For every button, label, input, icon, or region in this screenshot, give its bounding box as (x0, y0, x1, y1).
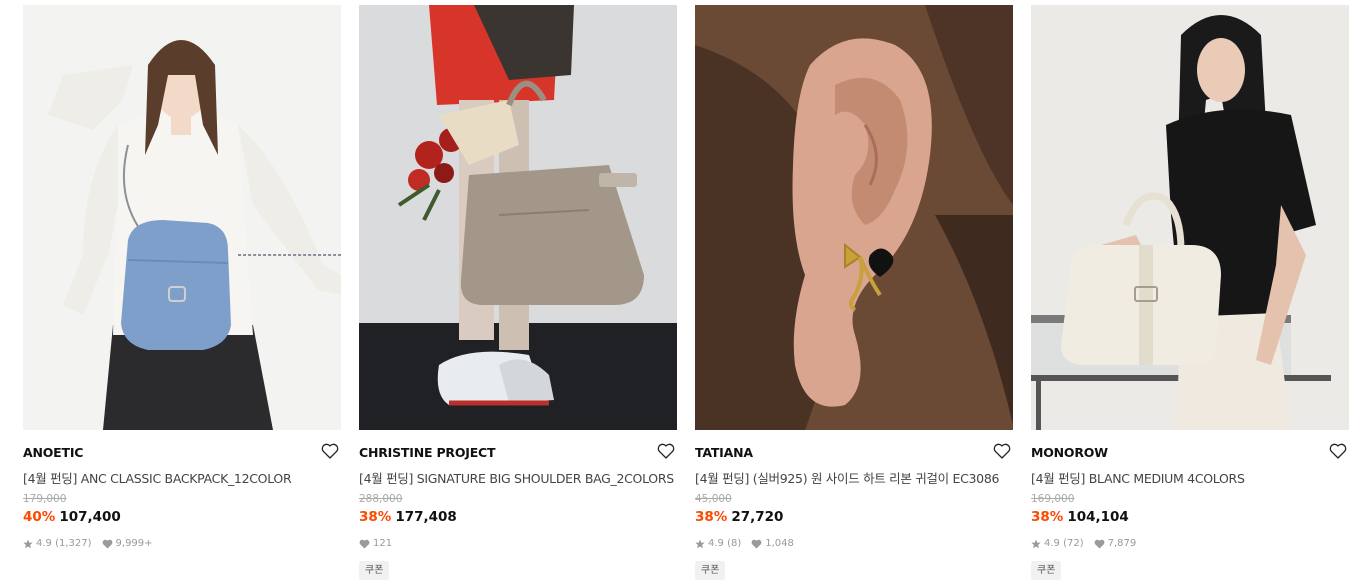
coupon-badge: 쿠폰 (359, 561, 390, 580)
product-title[interactable]: [4월 펀딩] SIGNATURE BIG SHOULDER BAG_2COLO… (359, 468, 677, 487)
product-brand[interactable]: CHRISTINE PROJECT (359, 445, 496, 460)
likes: 1,048 (751, 538, 794, 549)
price-row: 38% 27,720 (695, 509, 783, 525)
likes-count: 121 (373, 538, 393, 549)
product-image[interactable] (1031, 5, 1349, 430)
sale-price: 27,720 (731, 509, 784, 525)
product-brand[interactable]: MONOROW (1031, 445, 1108, 460)
product-photo-handbag (1031, 5, 1349, 430)
heart-filled-icon (102, 539, 112, 548)
product-title[interactable]: [4월 펀딩] BLANC MEDIUM 4COLORS (1031, 468, 1349, 487)
product-title[interactable]: [4월 펀딩] (실버925) 원 사이드 하트 리본 귀걸이 EC3086 (695, 468, 1013, 487)
product-title[interactable]: [4월 펀딩] ANC CLASSIC BACKPACK_12COLOR (23, 468, 341, 487)
original-price: 179,000 (23, 493, 67, 505)
product-card[interactable]: CHRISTINE PROJECT [4월 펀딩] SIGNATURE BIG … (359, 5, 677, 581)
product-photo-earring (695, 5, 1013, 430)
price-row: 38% 177,408 (359, 509, 457, 525)
rating: 4.9 (1,327) (23, 538, 92, 549)
review-count: (8) (727, 538, 742, 549)
product-card[interactable]: ANOETIC [4월 펀딩] ANC CLASSIC BACKPACK_12C… (23, 5, 341, 581)
product-meta: 121 (359, 538, 402, 549)
discount-rate: 38% (359, 509, 392, 525)
product-brand[interactable]: TATIANA (695, 445, 753, 460)
sale-price: 107,400 (59, 509, 121, 525)
star-icon (1031, 539, 1041, 548)
rating-value: 4.9 (708, 538, 724, 549)
price-row: 38% 104,104 (1031, 509, 1129, 525)
product-image[interactable] (695, 5, 1013, 430)
likes-count: 1,048 (765, 538, 794, 549)
rating-value: 4.9 (1044, 538, 1060, 549)
star-icon (695, 539, 705, 548)
product-photo-backpack (23, 5, 341, 430)
product-meta: 4.9 (72) 7,879 (1031, 538, 1146, 549)
discount-rate: 38% (695, 509, 728, 525)
sale-price: 104,104 (1067, 509, 1129, 525)
discount-rate: 38% (1031, 509, 1064, 525)
likes: 9,999+ (102, 538, 153, 549)
original-price: 169,000 (1031, 493, 1075, 505)
original-price: 288,000 (359, 493, 403, 505)
heart-filled-icon (359, 539, 370, 548)
coupon-badge: 쿠폰 (1031, 561, 1062, 580)
product-meta: 4.9 (1,327) 9,999+ (23, 538, 163, 549)
product-card[interactable]: MONOROW [4월 펀딩] BLANC MEDIUM 4COLORS 169… (1031, 5, 1349, 581)
likes-count: 9,999+ (115, 538, 153, 549)
product-meta: 4.9 (8) 1,048 (695, 538, 804, 549)
rating: 4.9 (8) (695, 538, 741, 549)
wishlist-heart-icon[interactable] (993, 443, 1011, 459)
sale-price: 177,408 (395, 509, 457, 525)
wishlist-heart-icon[interactable] (321, 443, 339, 459)
original-price: 45,000 (695, 493, 732, 505)
product-image[interactable] (23, 5, 341, 430)
rating-value: 4.9 (36, 538, 52, 549)
coupon-badge: 쿠폰 (695, 561, 726, 580)
likes-count: 7,879 (1107, 538, 1137, 549)
product-photo-shoulder-bag (359, 5, 677, 430)
wishlist-heart-icon[interactable] (1329, 443, 1347, 459)
wishlist-heart-icon[interactable] (657, 443, 675, 459)
discount-rate: 40% (23, 509, 56, 525)
rating: 4.9 (72) (1031, 538, 1084, 549)
heart-filled-icon (1094, 539, 1105, 548)
review-count: (72) (1063, 538, 1084, 549)
price-row: 40% 107,400 (23, 509, 121, 525)
review-count: (1,327) (55, 538, 92, 549)
star-icon (23, 539, 33, 548)
heart-filled-icon (751, 539, 762, 548)
likes: 7,879 (1094, 538, 1137, 549)
product-grid: ANOETIC [4월 펀딩] ANC CLASSIC BACKPACK_12C… (0, 0, 1362, 581)
product-brand[interactable]: ANOETIC (23, 445, 83, 460)
product-card[interactable]: TATIANA [4월 펀딩] (실버925) 원 사이드 하트 리본 귀걸이 … (695, 5, 1013, 581)
likes: 121 (359, 538, 392, 549)
product-image[interactable] (359, 5, 677, 430)
